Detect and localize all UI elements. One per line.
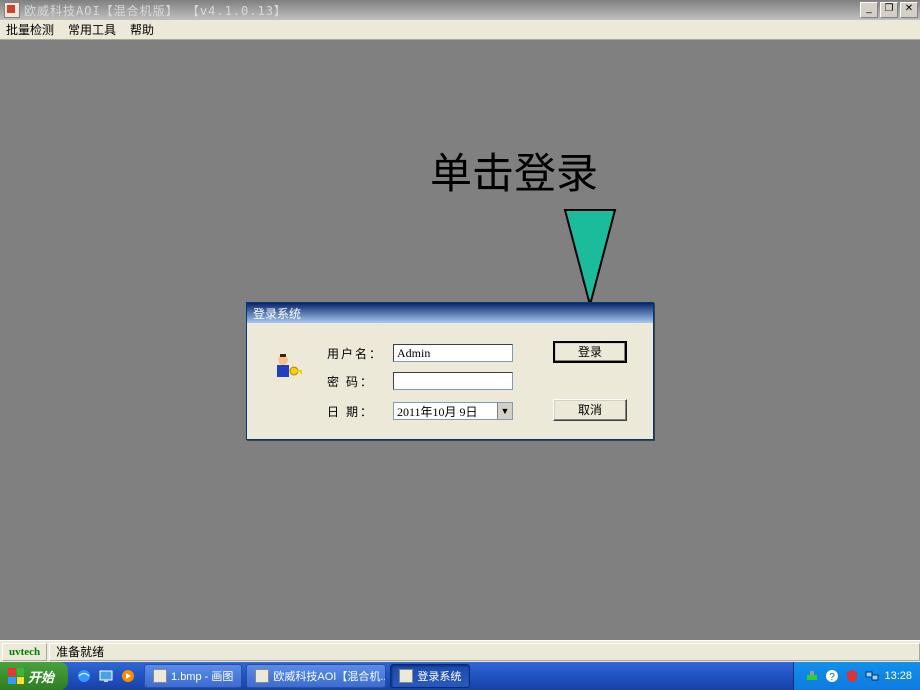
network-icon[interactable] [864,668,880,684]
windows-flag-icon [8,668,24,684]
menu-tools[interactable]: 常用工具 [68,21,116,38]
start-button[interactable]: 开始 [0,662,68,690]
workarea: 单击登录 登录系统 用户名： 密 码： 日 期： [0,40,920,640]
restore-button[interactable]: ❐ [880,2,898,18]
dialog-title: 登录系统 [247,303,653,323]
quick-launch [74,666,140,686]
media-icon[interactable] [118,666,138,686]
login-dialog: 登录系统 用户名： 密 码： 日 期： 2011年10月 [246,302,654,440]
system-tray: ? 13:28 [793,662,920,690]
safely-remove-icon[interactable] [804,668,820,684]
login-button[interactable]: 登录 [553,341,627,363]
date-picker[interactable]: 2011年10月 9日 ▼ [393,402,513,420]
task-label: 1.bmp - 画图 [171,668,233,684]
statusbar: uvtech 准备就绪 [0,640,920,662]
svg-text:?: ? [830,672,836,683]
password-input[interactable] [393,372,513,390]
date-label: 日 期： [327,403,393,420]
minimize-button[interactable]: _ [860,2,878,18]
task-label: 欧威科技AOI【混合机... [273,668,386,684]
app-icon [4,2,20,18]
password-label: 密 码： [327,373,393,390]
chevron-down-icon[interactable]: ▼ [497,403,512,419]
status-brand: uvtech [2,643,47,661]
desktop-icon[interactable] [96,666,116,686]
cancel-button[interactable]: 取消 [553,399,627,421]
clock[interactable]: 13:28 [884,670,912,682]
taskbar-task-login[interactable]: 登录系统 [390,664,470,688]
menu-help[interactable]: 帮助 [130,21,154,38]
task-label: 登录系统 [417,668,461,684]
user-key-icon [271,351,303,383]
username-input[interactable] [393,344,513,362]
menubar: 批量检测 常用工具 帮助 [0,20,920,40]
taskbar-task-paint[interactable]: 1.bmp - 画图 [144,664,242,688]
taskbar: 开始 1.bmp - 画图 欧威科技AOI【混合机... 登录系统 ? [0,662,920,690]
taskbar-task-aoi[interactable]: 欧威科技AOI【混合机... [246,664,386,688]
status-message: 准备就绪 [49,643,920,661]
menu-batch[interactable]: 批量检测 [6,21,54,38]
ie-icon[interactable] [74,666,94,686]
app-icon [399,669,413,683]
annotation-arrow-icon [555,205,625,315]
shield-icon[interactable] [844,668,860,684]
window-title: 欧威科技AOI【混合机版】 【v4.1.0.13】 [24,2,287,19]
date-value: 2011年10月 9日 [397,403,478,420]
annotation-text: 单击登录 [430,140,598,201]
username-label: 用户名： [327,345,393,362]
app-icon [255,669,269,683]
start-label: 开始 [28,667,54,686]
titlebar: 欧威科技AOI【混合机版】 【v4.1.0.13】 _ ❐ ✕ [0,0,920,20]
info-icon[interactable]: ? [824,668,840,684]
paint-icon [153,669,167,683]
close-button[interactable]: ✕ [900,2,918,18]
